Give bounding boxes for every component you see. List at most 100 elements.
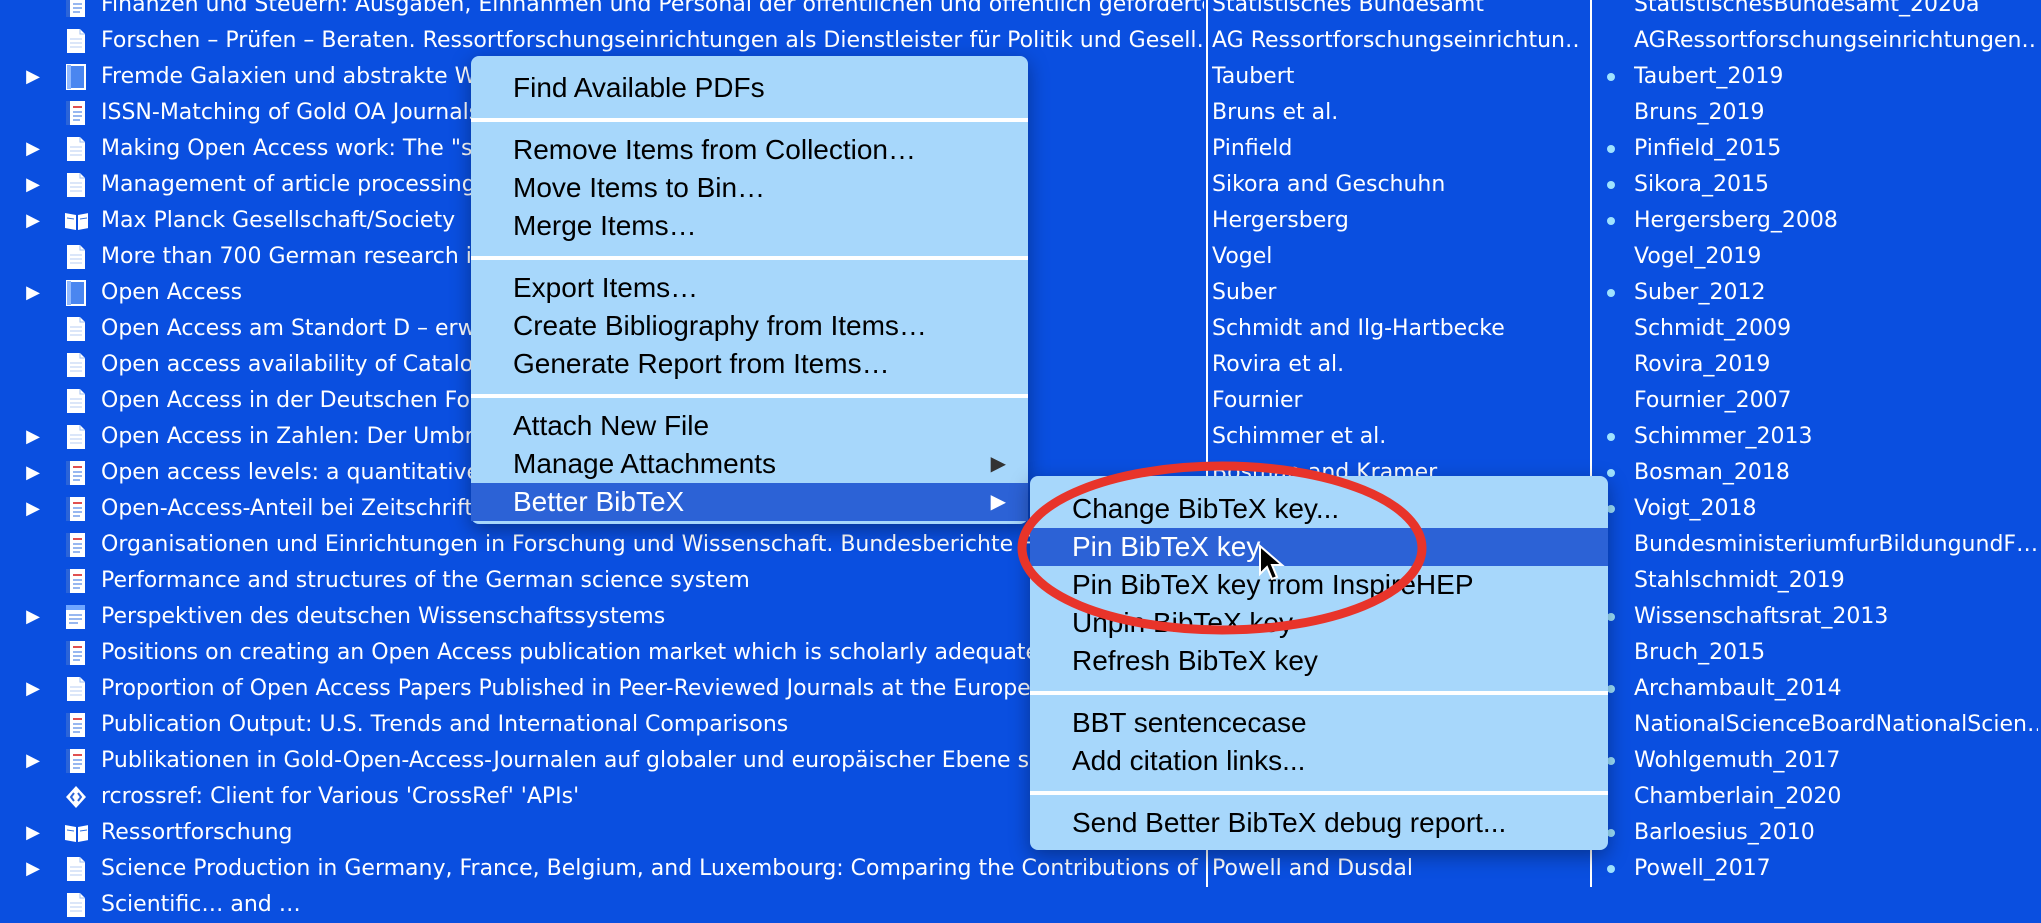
generate-report-item[interactable]: Generate Report from Items… <box>471 345 1028 383</box>
menu-item-label: Better BibTeX <box>513 486 685 517</box>
item-citation-key: Archambault_2014 <box>1634 676 1842 701</box>
item-citation-key: NationalScienceBoardNationalScien… <box>1634 712 2038 737</box>
item-citation-key: Fournier_2007 <box>1634 388 1792 413</box>
report-icon <box>64 635 88 671</box>
item-citation-key: Pinfield_2015 <box>1634 136 1782 161</box>
table-row[interactable]: ▶ Ressortforschung Barloesius_2010 <box>0 815 2041 851</box>
table-row[interactable]: ▶ Science Production in Germany, France, … <box>0 851 2041 887</box>
item-citation-key: Schimmer_2013 <box>1634 424 1813 449</box>
item-creator: Fournier <box>1212 388 1303 413</box>
add-citation-links-item[interactable]: Add citation links... <box>1030 742 1608 780</box>
table-row[interactable]: Forschen – Prüfen – Beraten. Ressortfors… <box>0 23 2041 59</box>
expand-twisty-icon[interactable]: ▶ <box>22 491 44 527</box>
item-citation-key: AGRessortforschungseinrichtungen… <box>1634 28 2038 53</box>
bbt-sentencecase-item[interactable]: BBT sentencecase <box>1030 704 1608 742</box>
item-citation-key: Barloesius_2010 <box>1634 820 1815 845</box>
menu-item-label: Move Items to Bin… <box>513 172 766 203</box>
refresh-bibtex-key-item[interactable]: Refresh BibTeX key <box>1030 642 1608 680</box>
attachment-dot-icon <box>1607 181 1615 189</box>
item-citation-key: Bosman_2018 <box>1634 460 1790 485</box>
table-row[interactable]: Scientific… and … <box>0 887 2041 923</box>
merge-items-item[interactable]: Merge Items… <box>471 207 1028 245</box>
attachment-dot-icon <box>1607 145 1615 153</box>
submenu-arrow-icon: ▶ <box>990 491 1006 513</box>
expand-twisty-icon[interactable]: ▶ <box>22 275 44 311</box>
attachment-dot-icon <box>1607 757 1615 765</box>
item-citation-key: Voigt_2018 <box>1634 496 1757 521</box>
table-row[interactable]: ▶ Proportion of Open Access Papers Publis… <box>0 671 2041 707</box>
report-icon <box>64 563 88 599</box>
report-icon <box>64 95 88 131</box>
document-icon <box>64 131 88 167</box>
document-icon <box>64 311 88 347</box>
menu-item-label: Remove Items from Collection… <box>513 134 917 165</box>
item-creator: Vogel <box>1212 244 1273 269</box>
attachment-dot-icon <box>1607 289 1615 297</box>
item-citation-key: Stahlschmidt_2019 <box>1634 568 1845 593</box>
attachment-dot-icon <box>1607 505 1615 513</box>
open-book-icon <box>64 815 88 851</box>
expand-twisty-icon[interactable]: ▶ <box>22 59 44 95</box>
menu-separator <box>1030 791 1608 795</box>
send-debug-report-item[interactable]: Send Better BibTeX debug report... <box>1030 804 1608 842</box>
attachment-dot-icon <box>1607 73 1615 81</box>
menu-item-label: Add citation links... <box>1072 745 1306 776</box>
item-citation-key: BundesministeriumfurBildungundF… <box>1634 532 2038 557</box>
item-citation-key: Chamberlain_2020 <box>1634 784 1842 809</box>
expand-twisty-icon[interactable]: ▶ <box>22 455 44 491</box>
expand-twisty-icon[interactable]: ▶ <box>22 131 44 167</box>
document-icon <box>64 239 88 275</box>
report-icon <box>64 491 88 527</box>
item-citation-key: Bruch_2015 <box>1634 640 1766 665</box>
expand-twisty-icon[interactable]: ▶ <box>22 599 44 635</box>
menu-item-label: Find Available PDFs <box>513 72 765 103</box>
book-icon <box>64 275 88 311</box>
expand-twisty-icon[interactable]: ▶ <box>22 671 44 707</box>
item-creator: Schmidt and Ilg-Hartbecke <box>1212 316 1505 341</box>
attachment-dot-icon <box>1607 829 1615 837</box>
export-items-item[interactable]: Export Items… <box>471 269 1028 307</box>
item-creator: Hergersberg <box>1212 208 1349 233</box>
menu-item-label: Manage Attachments <box>513 448 777 479</box>
table-row[interactable]: Finanzen und Steuern: Ausgaben, Einnahme… <box>0 0 2041 23</box>
item-creator: Statistisches Bundesamt <box>1212 0 1484 17</box>
table-row[interactable]: ▶ Publikationen in Gold-Open-Access-Journ… <box>0 743 2041 779</box>
book-icon <box>64 59 88 95</box>
create-bibliography-item[interactable]: Create Bibliography from Items… <box>471 307 1028 345</box>
menu-item-label: Send Better BibTeX debug report... <box>1072 807 1507 838</box>
menu-item-label: Merge Items… <box>513 210 697 241</box>
item-citation-key: Schmidt_2009 <box>1634 316 1792 341</box>
item-citation-key: Taubert_2019 <box>1634 64 1784 89</box>
move-to-bin-item[interactable]: Move Items to Bin… <box>471 169 1028 207</box>
item-creator: Rovira et al. <box>1212 352 1345 377</box>
item-citation-key: Bruns_2019 <box>1634 100 1765 125</box>
item-creator: Bruns et al. <box>1212 100 1339 125</box>
expand-twisty-icon[interactable]: ▶ <box>22 203 44 239</box>
table-row[interactable]: Publication Output: U.S. Trends and Inte… <box>0 707 2041 743</box>
item-title: Forschen – Prüfen – Beraten. Ressortfors… <box>101 28 1204 53</box>
item-creator: AG Ressortforschungseinrichtun… <box>1212 28 1582 53</box>
menu-item-label: Generate Report from Items… <box>513 348 890 379</box>
document-icon <box>64 419 88 455</box>
better-bibtex-item[interactable]: Better BibTeX ▶ <box>471 483 1028 521</box>
table-row[interactable]: rcrossref: Client for Various 'CrossRef'… <box>0 779 2041 815</box>
item-citation-key: Powell_2017 <box>1634 856 1771 881</box>
item-creator: Powell and Dusdal <box>1212 856 1413 881</box>
item-creator: Schimmer et al. <box>1212 424 1387 449</box>
report-icon <box>64 707 88 743</box>
item-citation-key: Vogel_2019 <box>1634 244 1762 269</box>
menu-separator <box>1030 691 1608 695</box>
find-available-pdfs-item[interactable]: Find Available PDFs <box>471 69 1028 107</box>
remove-from-collection-item[interactable]: Remove Items from Collection… <box>471 131 1028 169</box>
manage-attachments-item[interactable]: Manage Attachments ▶ <box>471 445 1028 483</box>
expand-twisty-icon[interactable]: ▶ <box>22 815 44 851</box>
menu-separator <box>471 118 1028 122</box>
expand-twisty-icon[interactable]: ▶ <box>22 419 44 455</box>
expand-twisty-icon[interactable]: ▶ <box>22 167 44 203</box>
attach-new-file-item[interactable]: Attach New File <box>471 407 1028 445</box>
expand-twisty-icon[interactable]: ▶ <box>22 743 44 779</box>
document-icon <box>64 851 88 887</box>
expand-twisty-icon[interactable]: ▶ <box>22 851 44 887</box>
item-creator: Suber <box>1212 280 1277 305</box>
report-icon <box>64 527 88 563</box>
